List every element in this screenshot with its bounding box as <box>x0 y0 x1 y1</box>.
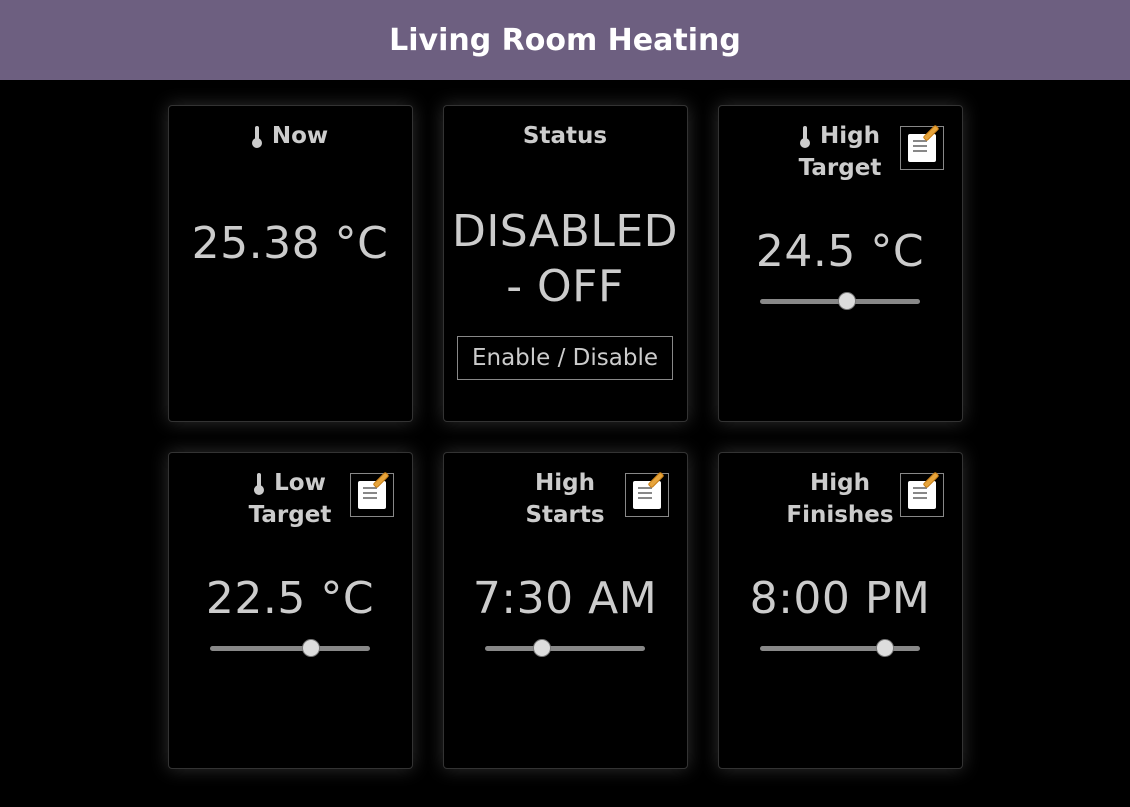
high-starts-value: 7:30 AM <box>473 571 657 626</box>
card-high-finishes: High Finishes 8:00 PM <box>718 452 963 769</box>
high-target-slider-wrap <box>760 299 920 305</box>
card-high-starts-title-l2: Starts <box>525 501 604 531</box>
thermometer-icon <box>252 126 262 148</box>
card-now: Now 25.38 °C <box>168 105 413 422</box>
high-starts-slider-wrap <box>485 646 645 652</box>
card-high-target-title: High Target <box>799 116 882 184</box>
low-target-slider-wrap <box>210 646 370 652</box>
edit-high-target-button[interactable] <box>900 126 944 170</box>
card-low-target-title-l1: Low <box>274 469 326 499</box>
low-target-slider[interactable] <box>210 646 370 652</box>
high-target-slider[interactable] <box>760 299 920 305</box>
card-status-title: Status <box>523 116 607 152</box>
card-high-starts-title-row: High Starts <box>452 463 679 531</box>
high-target-value: 24.5 °C <box>756 224 924 279</box>
card-low-target-title: Low Target <box>249 463 332 531</box>
edit-icon <box>358 481 386 509</box>
page-header: Living Room Heating <box>0 0 1130 80</box>
high-finishes-slider-wrap <box>760 646 920 652</box>
card-high-target-title-l2: Target <box>799 154 882 184</box>
edit-high-finishes-button[interactable] <box>900 473 944 517</box>
high-finishes-value: 8:00 PM <box>750 571 931 626</box>
card-high-finishes-title-l2: Finishes <box>786 501 893 531</box>
card-high-target: High Target 24.5 °C <box>718 105 963 422</box>
card-status: Status DISABLED - OFF Enable / Disable <box>443 105 688 422</box>
card-high-finishes-title-l1: High <box>810 469 870 499</box>
card-high-starts: High Starts 7:30 AM <box>443 452 688 769</box>
card-high-starts-title-l1: High <box>535 469 595 499</box>
card-status-title-text: Status <box>523 122 607 152</box>
card-high-target-title-row: High Target <box>727 116 954 184</box>
high-starts-slider[interactable] <box>485 646 645 652</box>
enable-disable-button[interactable]: Enable / Disable <box>457 336 673 380</box>
card-high-starts-title: High Starts <box>525 463 604 531</box>
card-now-title-row: Now <box>177 116 404 176</box>
card-high-finishes-title-row: High Finishes <box>727 463 954 531</box>
card-now-title: Now <box>252 116 328 152</box>
card-grid: Now 25.38 °C Status DISABLED - OFF Enabl… <box>0 80 1130 794</box>
card-low-target-title-l2: Target <box>249 501 332 531</box>
now-temperature-value: 25.38 °C <box>192 216 389 271</box>
low-target-value: 22.5 °C <box>206 571 374 626</box>
status-value: DISABLED - OFF <box>452 204 679 314</box>
edit-icon <box>908 134 936 162</box>
thermometer-icon <box>800 126 810 148</box>
edit-low-target-button[interactable] <box>350 473 394 517</box>
card-high-finishes-title: High Finishes <box>786 463 893 531</box>
thermometer-icon <box>254 473 264 495</box>
card-now-title-text: Now <box>272 122 328 152</box>
card-low-target: Low Target 22.5 °C <box>168 452 413 769</box>
high-finishes-slider[interactable] <box>760 646 920 652</box>
edit-high-starts-button[interactable] <box>625 473 669 517</box>
edit-icon <box>908 481 936 509</box>
card-high-target-title-l1: High <box>820 122 880 152</box>
edit-icon <box>633 481 661 509</box>
card-status-title-row: Status <box>452 116 679 176</box>
card-low-target-title-row: Low Target <box>177 463 404 531</box>
page-title: Living Room Heating <box>389 23 741 58</box>
